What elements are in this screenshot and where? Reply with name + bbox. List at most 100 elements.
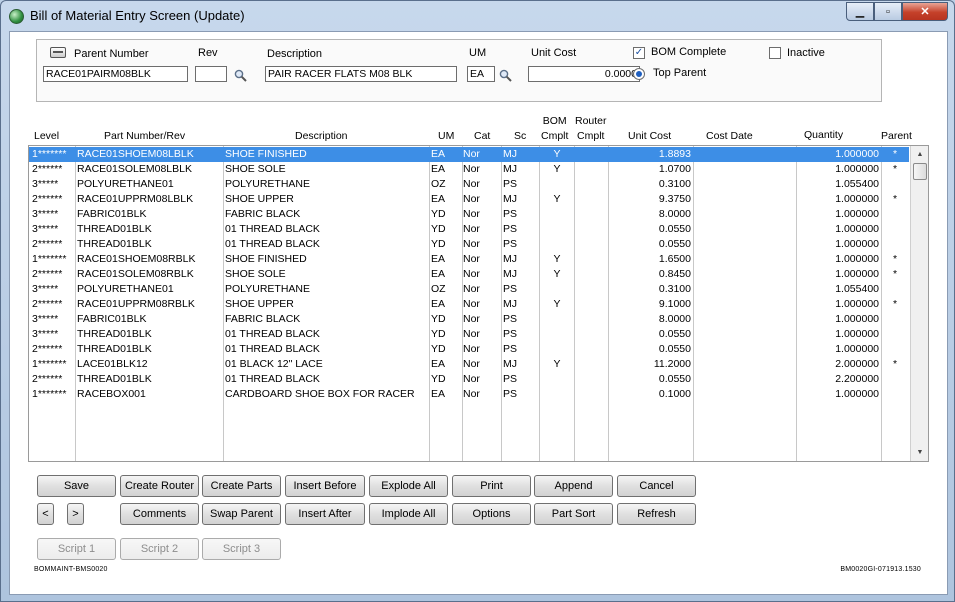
- um-field[interactable]: EA: [467, 66, 495, 82]
- refresh-button[interactable]: Refresh: [617, 503, 696, 525]
- bom-complete-checkbox[interactable]: ✓: [633, 47, 645, 59]
- id-card-icon[interactable]: [50, 47, 66, 58]
- rev-search-icon[interactable]: [234, 69, 247, 82]
- title-bar[interactable]: Bill of Material Entry Screen (Update) ▁…: [1, 1, 954, 31]
- scroll-down-arrow-icon[interactable]: ▼: [911, 444, 928, 461]
- description-field[interactable]: PAIR RACER FLATS M08 BLK: [265, 66, 457, 82]
- minimize-button[interactable]: ▁: [846, 2, 874, 21]
- col-parent[interactable]: Parent: [881, 129, 912, 144]
- create-router-button[interactable]: Create Router: [120, 475, 199, 497]
- explode-all-button[interactable]: Explode All: [369, 475, 448, 497]
- table-row[interactable]: 2****** THREAD01BLK 01 THREAD BLACK YD Nor PS…: [29, 342, 909, 357]
- scroll-thumb[interactable]: [913, 163, 927, 180]
- col-cat[interactable]: Cat: [474, 129, 490, 144]
- table-row[interactable]: 3***** FABRIC01BLK FABRIC BLACK YD Nor PS 8.00…: [29, 207, 909, 222]
- rev-field[interactable]: [195, 66, 227, 82]
- close-button[interactable]: ✕: [902, 2, 948, 21]
- col-um[interactable]: UM: [438, 129, 454, 144]
- table-row[interactable]: 1******* RACE01SHOEM08LBLK SHOE FINISHED EA…: [29, 147, 909, 162]
- cell-um: YD: [431, 313, 446, 325]
- unit-cost-field[interactable]: 0.0000: [528, 66, 640, 82]
- script-1-button[interactable]: Script 1: [37, 538, 116, 560]
- cell-bom: Y: [553, 268, 561, 280]
- comments-button[interactable]: Comments: [120, 503, 199, 525]
- table-row[interactable]: 2****** THREAD01BLK 01 THREAD BLACK YD Nor PS…: [29, 372, 909, 387]
- cancel-button[interactable]: Cancel: [617, 475, 696, 497]
- cell-router: [575, 237, 608, 252]
- options-button[interactable]: Options: [452, 503, 531, 525]
- bom-grid[interactable]: 1******* RACE01SHOEM08LBLK SHOE FINISHED EA…: [28, 145, 929, 462]
- cell-cost: 0.1000: [658, 388, 691, 400]
- top-parent-radio[interactable]: [633, 68, 645, 80]
- table-row[interactable]: 3***** POLYURETHANE01 POLYURETHANE OZ Nor PS 0…: [29, 282, 909, 297]
- script-2-button[interactable]: Script 2: [120, 538, 199, 560]
- table-row[interactable]: 3***** POLYURETHANE01 POLYURETHANE OZ Nor PS 0…: [29, 177, 909, 192]
- table-row[interactable]: 2****** THREAD01BLK 01 THREAD BLACK YD Nor PS…: [29, 237, 909, 252]
- window-title: Bill of Material Entry Screen (Update): [30, 8, 245, 23]
- print-button[interactable]: Print: [452, 475, 531, 497]
- cell-um: OZ: [431, 283, 446, 295]
- col-level[interactable]: Level: [34, 129, 59, 144]
- grid-scrollbar[interactable]: ▲ ▼: [910, 146, 928, 461]
- cell-bom: Y: [553, 298, 561, 310]
- save-button[interactable]: Save: [37, 475, 116, 497]
- create-parts-button[interactable]: Create Parts: [202, 475, 281, 497]
- col-router-complete[interactable]: Router Cmplt: [575, 114, 607, 144]
- parent-number-field[interactable]: RACE01PAIRM08BLK: [43, 66, 188, 82]
- table-row[interactable]: 2****** RACE01SOLEM08RBLK SHOE SOLE EA Nor MJ…: [29, 267, 909, 282]
- table-row[interactable]: 1******* RACE01SHOEM08RBLK SHOE FINISHED EA…: [29, 252, 909, 267]
- table-row[interactable]: 1******* RACEBOX001 CARDBOARD SHOE BOX FOR…: [29, 387, 909, 402]
- col-bom-complete[interactable]: BOM Cmplt: [541, 114, 568, 144]
- insert-before-button[interactable]: Insert Before: [285, 475, 365, 497]
- cell-level: 1*******: [32, 388, 67, 400]
- cell-router: [575, 372, 608, 387]
- cell-part: THREAD01BLK: [77, 223, 152, 235]
- cell-cost: 0.0550: [658, 373, 691, 385]
- inactive-checkbox[interactable]: [769, 47, 781, 59]
- maximize-button[interactable]: ▫: [874, 2, 902, 21]
- cell-qty: 1.000000: [835, 343, 879, 355]
- next-button[interactable]: >: [67, 503, 84, 525]
- insert-after-button[interactable]: Insert After: [285, 503, 365, 525]
- cell-qty: 2.200000: [835, 373, 879, 385]
- script-3-button[interactable]: Script 3: [202, 538, 281, 560]
- table-row[interactable]: 2****** RACE01UPPRM08LBLK SHOE UPPER EA Nor M…: [29, 192, 909, 207]
- table-row[interactable]: 2****** RACE01UPPRM08RBLK SHOE UPPER EA Nor M…: [29, 297, 909, 312]
- cell-parent: *: [892, 193, 898, 205]
- cell-bom: [540, 207, 574, 222]
- cell-parent: [882, 207, 908, 222]
- col-sc[interactable]: Sc: [514, 129, 526, 144]
- scroll-up-arrow-icon[interactable]: ▲: [911, 146, 928, 163]
- table-row[interactable]: 3***** FABRIC01BLK FABRIC BLACK YD Nor PS 8.00…: [29, 312, 909, 327]
- col-description[interactable]: Description: [295, 129, 348, 144]
- implode-all-button[interactable]: Implode All: [369, 503, 448, 525]
- cell-cat: Nor: [463, 313, 480, 325]
- col-cost-date[interactable]: Cost Date: [706, 129, 753, 144]
- cell-parent: *: [892, 358, 898, 370]
- cell-um: YD: [431, 373, 446, 385]
- cell-router: [575, 282, 608, 297]
- table-row[interactable]: 2****** RACE01SOLEM08LBLK SHOE SOLE EA Nor MJ…: [29, 162, 909, 177]
- cell-qty: 1.000000: [835, 148, 879, 160]
- previous-button[interactable]: <: [37, 503, 54, 525]
- append-button[interactable]: Append: [534, 475, 613, 497]
- cell-level: 2******: [32, 373, 63, 385]
- cell-cat: Nor: [463, 343, 480, 355]
- cell-cost: 8.0000: [658, 208, 691, 220]
- table-row[interactable]: 3***** THREAD01BLK 01 THREAD BLACK YD Nor PS 0…: [29, 222, 909, 237]
- cell-desc: 01 THREAD BLACK: [225, 373, 320, 385]
- col-quantity[interactable]: Quantity: [804, 128, 843, 143]
- description-label: Description: [267, 48, 323, 60]
- part-sort-button[interactable]: Part Sort: [534, 503, 613, 525]
- cell-desc: 01 THREAD BLACK: [225, 343, 320, 355]
- swap-parent-button[interactable]: Swap Parent: [202, 503, 281, 525]
- um-search-icon[interactable]: [499, 69, 512, 82]
- cell-parent: [882, 387, 908, 402]
- col-part-number[interactable]: Part Number/Rev: [104, 129, 185, 144]
- table-row[interactable]: 1******* LACE01BLK12 01 BLACK 12" LACE EA No…: [29, 357, 909, 372]
- cell-parent: [882, 372, 908, 387]
- parent-number-label: Parent Number: [74, 48, 149, 60]
- table-row[interactable]: 3***** THREAD01BLK 01 THREAD BLACK YD Nor PS 0…: [29, 327, 909, 342]
- cell-cat: Nor: [463, 358, 480, 370]
- col-unit-cost[interactable]: Unit Cost: [628, 129, 671, 144]
